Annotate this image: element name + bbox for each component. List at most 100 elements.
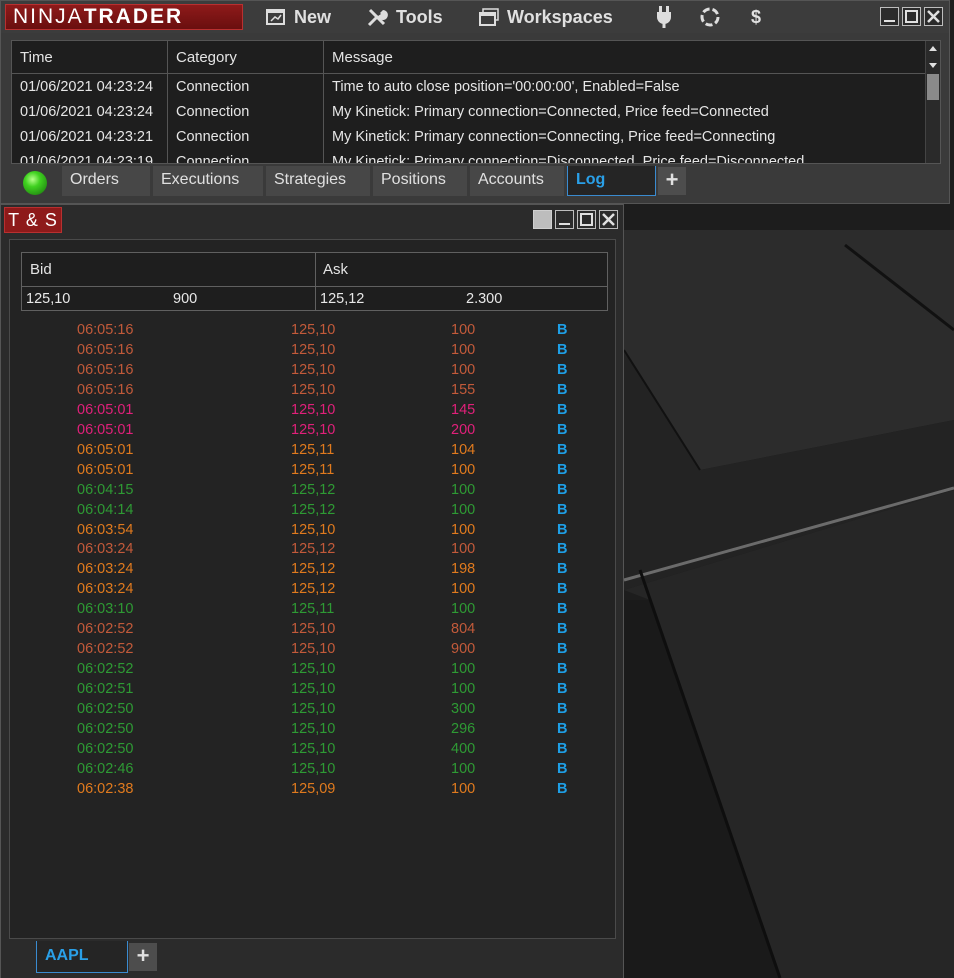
menu-workspaces[interactable]: Workspaces xyxy=(479,5,613,29)
trade-side: B xyxy=(557,780,568,797)
tab-orders[interactable]: Orders xyxy=(62,166,150,196)
menu-tools[interactable]: Tools xyxy=(366,5,443,29)
trade-price: 125,10 xyxy=(291,381,336,398)
trade-size: 100 xyxy=(451,780,476,797)
trade-time: 06:05:01 xyxy=(77,441,134,458)
tab-strategies[interactable]: Strategies xyxy=(266,166,370,196)
log-scrollbar[interactable] xyxy=(925,41,940,163)
log-message: Time to auto close position='00:00:00', … xyxy=(332,79,680,95)
trade-row[interactable]: 06:03:24 125,12 198 B xyxy=(10,559,615,579)
connect-button[interactable] xyxy=(656,5,672,29)
trade-row[interactable]: 06:02:38 125,09 100 B xyxy=(10,779,615,799)
bid-header: Bid xyxy=(30,261,52,278)
tab-log[interactable]: Log xyxy=(567,166,656,196)
log-grid: Time Category Message 01/06/2021 04:23:2… xyxy=(11,40,941,164)
trade-row[interactable]: 06:05:16 125,10 155 B xyxy=(10,380,615,400)
trade-row[interactable]: 06:03:54 125,10 100 B xyxy=(10,520,615,540)
minimize-button[interactable] xyxy=(880,7,899,26)
trade-side: B xyxy=(557,381,568,398)
trade-row[interactable]: 06:02:46 125,10 100 B xyxy=(10,759,615,779)
account-data-button[interactable]: $ xyxy=(751,5,761,29)
trade-time: 06:05:16 xyxy=(77,361,134,378)
trade-size: 296 xyxy=(451,721,476,737)
trade-row[interactable]: 06:02:50 125,10 296 B xyxy=(10,719,615,739)
trade-side: B xyxy=(557,521,568,538)
maximize-icon xyxy=(580,213,593,226)
trade-size: 804 xyxy=(451,621,476,638)
log-row[interactable]: 01/06/2021 04:23:19 Connection My Kineti… xyxy=(12,150,927,164)
trade-price: 125,09 xyxy=(291,780,336,797)
trade-row[interactable]: 06:05:16 125,10 100 B xyxy=(10,360,615,380)
trade-row[interactable]: 06:05:16 125,10 100 B xyxy=(10,340,615,360)
trade-row[interactable]: 06:05:16 125,10 100 B xyxy=(10,320,615,340)
trade-time: 06:03:54 xyxy=(77,521,134,538)
maximize-button[interactable] xyxy=(902,7,921,26)
trade-size: 100 xyxy=(451,601,476,618)
pin-button[interactable] xyxy=(533,210,552,229)
column-header-time[interactable]: Time xyxy=(12,41,53,74)
trade-row[interactable]: 06:02:50 125,10 400 B xyxy=(10,739,615,759)
trade-row[interactable]: 06:05:01 125,10 200 B xyxy=(10,420,615,440)
trade-size: 100 xyxy=(451,341,476,358)
window-controls xyxy=(533,210,618,229)
trade-size: 100 xyxy=(451,322,476,338)
trade-row[interactable]: 06:04:14 125,12 100 B xyxy=(10,500,615,520)
trade-row[interactable]: 06:02:52 125,10 100 B xyxy=(10,659,615,679)
trade-row[interactable]: 06:05:01 125,10 145 B xyxy=(10,400,615,420)
trade-row[interactable]: 06:03:24 125,12 100 B xyxy=(10,579,615,599)
log-row[interactable]: 01/06/2021 04:23:24 Connection Time to a… xyxy=(12,75,927,100)
trade-side: B xyxy=(557,601,568,618)
trade-size: 100 xyxy=(451,461,476,478)
trade-time: 06:05:16 xyxy=(77,381,134,398)
control-center-titlebar[interactable]: NINJATRADER New Tools Workspaces $ xyxy=(1,1,949,33)
trade-size: 100 xyxy=(451,760,476,777)
tab-accounts[interactable]: Accounts xyxy=(470,166,564,196)
tab-aapl[interactable]: AAPL xyxy=(36,941,128,973)
playback-button[interactable] xyxy=(699,5,721,29)
ts-window-title[interactable]: T & S xyxy=(4,207,62,233)
add-tab-button[interactable]: + xyxy=(129,943,157,971)
trade-row[interactable]: 06:02:50 125,10 300 B xyxy=(10,699,615,719)
trade-row[interactable]: 06:02:52 125,10 900 B xyxy=(10,639,615,659)
add-tab-button[interactable]: + xyxy=(658,167,686,195)
column-header-category[interactable]: Category xyxy=(168,41,237,74)
trade-row[interactable]: 06:03:10 125,11 100 B xyxy=(10,599,615,619)
log-category: Connection xyxy=(176,79,250,95)
trade-time: 06:02:52 xyxy=(77,661,134,678)
maximize-button[interactable] xyxy=(577,210,596,229)
log-row[interactable]: 01/06/2021 04:23:24 Connection My Kineti… xyxy=(12,100,927,125)
trade-row[interactable]: 06:02:51 125,10 100 B xyxy=(10,679,615,699)
menu-new[interactable]: New xyxy=(266,5,331,29)
close-button[interactable] xyxy=(599,210,618,229)
tab-positions[interactable]: Positions xyxy=(373,166,467,196)
log-category: Connection xyxy=(176,154,250,164)
control-center-window: NINJATRADER New Tools Workspaces $ Time … xyxy=(0,0,950,204)
trade-price: 125,12 xyxy=(291,561,336,578)
trade-row[interactable]: 06:02:52 125,10 804 B xyxy=(10,619,615,639)
trade-size: 198 xyxy=(451,561,476,578)
tools-icon xyxy=(367,8,388,27)
scrollbar-thumb[interactable] xyxy=(927,74,939,100)
minimize-button[interactable] xyxy=(555,210,574,229)
log-message: My Kinetick: Primary connection=Disconne… xyxy=(332,154,805,164)
connection-status-icon[interactable] xyxy=(23,171,47,195)
trade-time: 06:03:10 xyxy=(77,601,134,618)
tab-executions[interactable]: Executions xyxy=(153,166,263,196)
trade-price: 125,11 xyxy=(291,461,335,478)
menu-workspaces-label: Workspaces xyxy=(507,6,613,27)
bid-size: 900 xyxy=(173,291,198,307)
menu-tools-label: Tools xyxy=(396,6,443,27)
ask-size: 2.300 xyxy=(466,291,503,307)
column-header-message[interactable]: Message xyxy=(324,41,393,74)
log-row[interactable]: 01/06/2021 04:23:21 Connection My Kineti… xyxy=(12,125,927,150)
trade-price: 125,12 xyxy=(291,501,336,518)
close-button[interactable] xyxy=(924,7,943,26)
log-time: 01/06/2021 04:23:21 xyxy=(20,129,154,145)
trade-row[interactable]: 06:05:01 125,11 104 B xyxy=(10,440,615,460)
trade-row[interactable]: 06:03:24 125,12 100 B xyxy=(10,539,615,559)
scroll-arrows-icon[interactable] xyxy=(926,43,940,73)
trade-price: 125,10 xyxy=(291,740,336,757)
trade-row[interactable]: 06:05:01 125,11 100 B xyxy=(10,460,615,480)
trade-time: 06:02:38 xyxy=(77,780,134,797)
trade-row[interactable]: 06:04:15 125,12 100 B xyxy=(10,480,615,500)
